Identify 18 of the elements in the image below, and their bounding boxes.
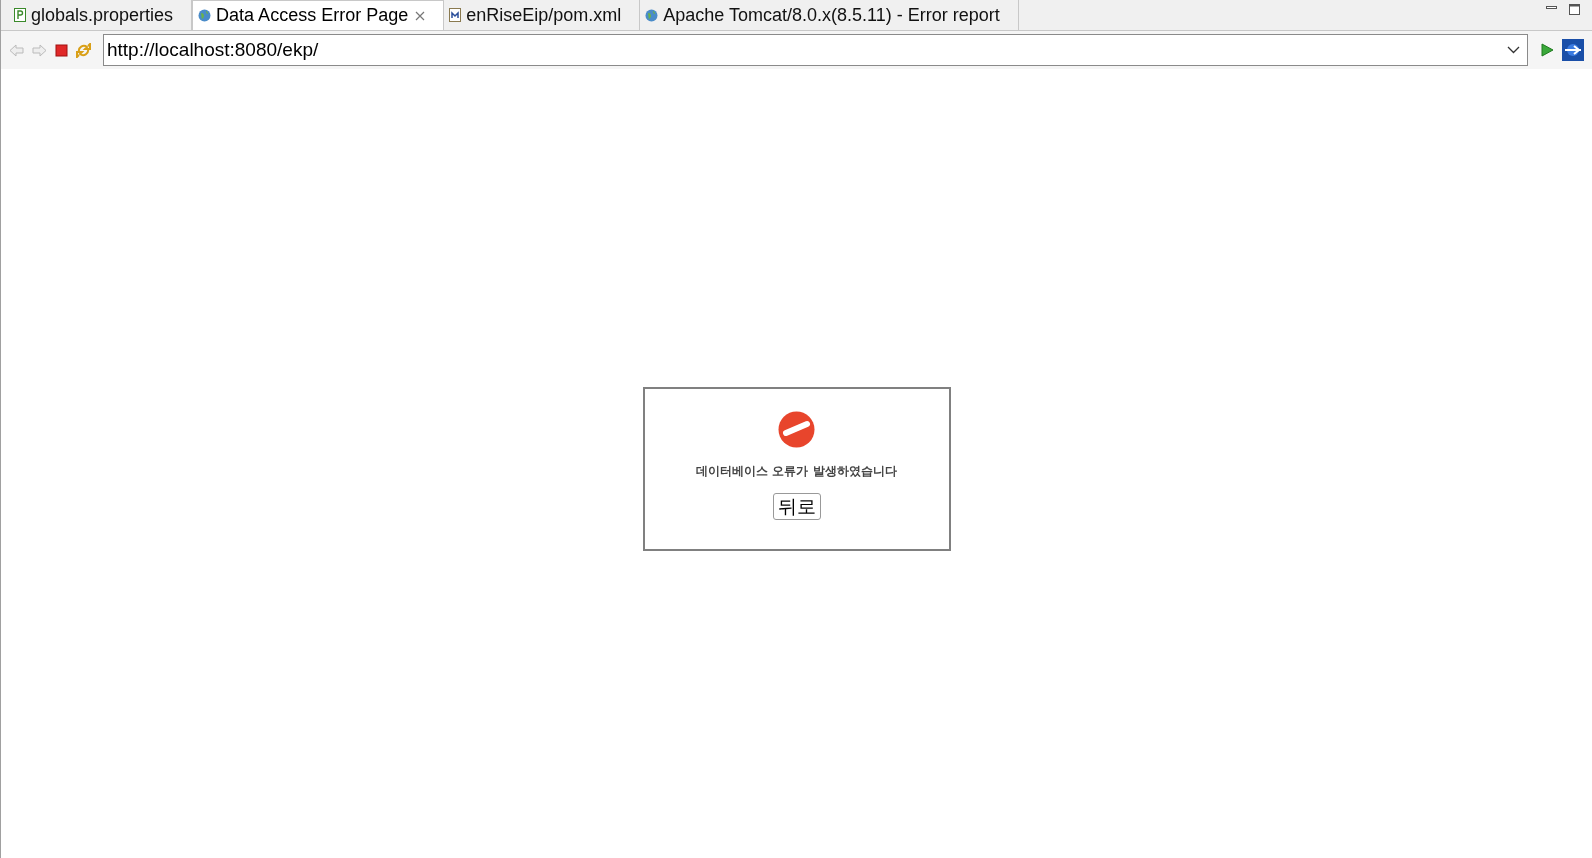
error-message: 데이터베이스 오류가 발생하였습니다 — [696, 462, 897, 480]
tab-label: globals.properties — [31, 3, 174, 27]
prohibited-icon — [778, 410, 815, 448]
back-button[interactable]: 뒤로 — [772, 492, 821, 520]
editor-tab[interactable]: Data Access Error Page — [192, 0, 445, 30]
globe-icon — [645, 8, 659, 22]
tab-label: enRiseEip/pom.xml — [466, 3, 622, 27]
close-icon[interactable] — [415, 10, 426, 21]
properties-file-icon — [14, 8, 26, 22]
dropdown-caret-icon[interactable] — [1507, 46, 1520, 54]
globe-icon — [198, 9, 212, 22]
play-icon[interactable] — [1540, 43, 1554, 57]
url-field[interactable]: http://localhost:8080/ekp/ — [103, 34, 1528, 66]
tab-label: Data Access Error Page — [216, 4, 409, 27]
stop-icon[interactable] — [55, 43, 68, 57]
maximize-icon[interactable] — [1569, 4, 1580, 15]
tab-label: Apache Tomcat/8.0.x(8.5.11) - Error report — [663, 3, 1000, 27]
maven-file-icon — [449, 8, 462, 22]
